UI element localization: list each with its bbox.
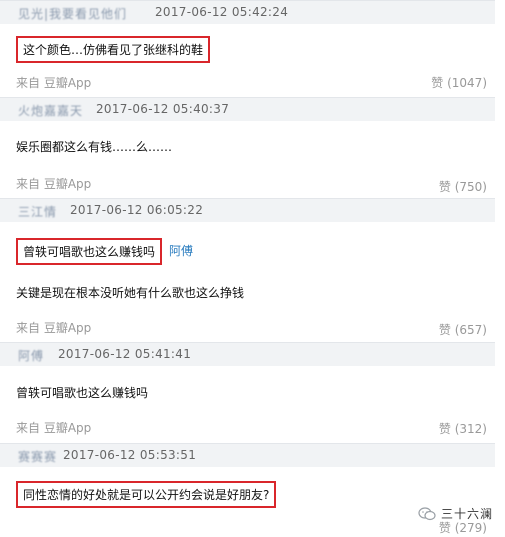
comment-feed: 见光|我要看见他们 2017-06-12 05:42:24 这个颜色…仿佛看见了… (0, 0, 505, 537)
comment-meta-bar: 三江情 2017-06-12 06:05:22 (0, 198, 495, 222)
source-label: 来自 豆瓣App (16, 321, 92, 335)
timestamp: 2017-06-12 05:40:37 (96, 102, 230, 116)
comment-meta-bar: 阿傅 2017-06-12 05:41:41 (0, 342, 495, 366)
source-label: 来自 豆瓣App (16, 76, 92, 90)
comment-text: 曾轶可唱歌也这么赚钱吗 (16, 386, 149, 400)
reply-to-user-link[interactable]: 阿傅 (169, 242, 193, 259)
username-link[interactable]: 三江情 (18, 203, 57, 220)
username-link[interactable]: 见光|我要看见他们 (18, 5, 127, 22)
comment-meta-bar: 火炮嘉嘉天 2017-06-12 05:40:37 (0, 97, 495, 121)
comment-text: 同性恋情的好处就是可以公开约会说是好朋友? (16, 481, 277, 508)
username-link[interactable]: 赛赛赛 (18, 448, 57, 465)
watermark-text: 三十六澜 (441, 507, 494, 521)
comment-text: 关键是现在根本没听她有什么歌也这么挣钱 (16, 286, 245, 300)
like-button[interactable]: 赞 (750) (439, 178, 487, 195)
like-button[interactable]: 赞 (657) (439, 321, 487, 338)
timestamp: 2017-06-12 05:53:51 (63, 448, 197, 462)
source-label: 来自 豆瓣App (16, 177, 92, 191)
comment-meta-bar: 见光|我要看见他们 2017-06-12 05:42:24 (0, 0, 495, 24)
timestamp: 2017-06-12 06:05:22 (70, 203, 204, 217)
source-label: 来自 豆瓣App (16, 421, 92, 435)
wechat-icon (418, 506, 436, 520)
username-link[interactable]: 火炮嘉嘉天 (18, 102, 83, 119)
comment-text: 娱乐圈都这么有钱……么…… (16, 140, 173, 154)
comment-meta-bar: 赛赛赛 2017-06-12 05:53:51 (0, 443, 495, 467)
timestamp: 2017-06-12 05:42:24 (155, 5, 289, 19)
like-button[interactable]: 赞 (312) (439, 420, 487, 437)
like-button[interactable]: 赞 (1047) (431, 74, 487, 91)
timestamp: 2017-06-12 05:41:41 (58, 347, 192, 361)
quoted-comment: 曾轶可唱歌也这么赚钱吗 (16, 238, 163, 265)
username-link[interactable]: 阿傅 (18, 347, 44, 364)
comment-text: 这个颜色…仿佛看见了张继科的鞋 (16, 36, 211, 63)
wechat-watermark: 三十六澜 (418, 505, 493, 522)
